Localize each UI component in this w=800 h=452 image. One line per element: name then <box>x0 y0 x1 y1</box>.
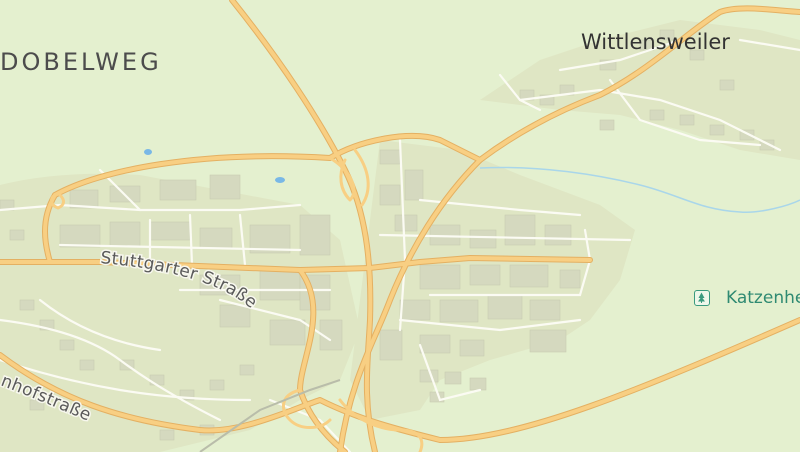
tree-icon[interactable] <box>694 290 710 306</box>
town-label: Wittlensweiler <box>581 30 730 54</box>
poi-label[interactable]: Katzenhe <box>726 288 800 308</box>
district-label: DOBELWEG <box>0 48 162 76</box>
map-canvas[interactable]: Stuttgarter Straße nhofstraße DOBELWEG W… <box>0 0 800 452</box>
